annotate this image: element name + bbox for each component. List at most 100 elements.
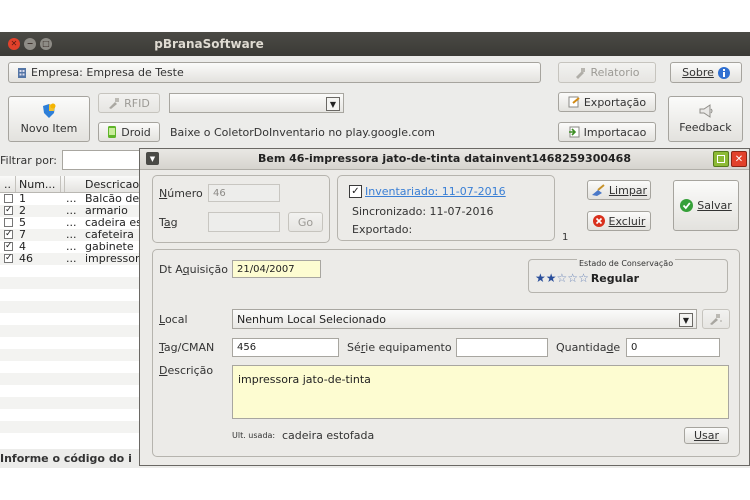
row-checkbox[interactable]: ✓ [4, 254, 13, 263]
table-row[interactable]: ✓ 46... impressor [0, 253, 140, 265]
novo-item-button[interactable]: Novo Item [8, 96, 90, 142]
local-value: Nenhum Local Selecionado [237, 312, 386, 326]
estado-rating[interactable]: ★★☆☆☆ Regular [535, 271, 639, 285]
empty-row [0, 349, 140, 361]
row-checkbox[interactable]: ✓ [4, 206, 13, 215]
export-icon [568, 96, 580, 108]
tagcman-label: Tag/CMAN [159, 341, 215, 354]
report-icon [574, 67, 586, 79]
building-icon [17, 67, 27, 78]
limpar-button[interactable]: Limpar [587, 180, 651, 200]
relatorio-label: Relatorio [590, 66, 640, 79]
dt-aquisicao-field[interactable]: 21/04/2007 [232, 260, 321, 278]
empty-row [0, 265, 140, 277]
row-dots: ... [66, 205, 77, 217]
limpar-label: Limpar [608, 183, 648, 197]
descricao-label: Descrição [159, 364, 214, 377]
dt-aquisicao-label: Dt Aquisição [159, 263, 228, 276]
row-dots: ... [66, 217, 77, 229]
item-dialog: ▼ Bem 46-impressora jato-de-tinta datain… [139, 148, 750, 466]
tagcman-field[interactable]: 456 [232, 338, 339, 357]
local-label: Local [159, 313, 188, 326]
table-row[interactable]: ✓ 7... cafeteira [0, 229, 140, 241]
row-checkbox[interactable]: ✓ [4, 230, 13, 239]
filtrar-label: Filtrar por: [0, 154, 57, 167]
column-header-descricao[interactable]: Descricao [85, 178, 139, 191]
table-row[interactable]: ✓ 4... gabinete [0, 241, 140, 253]
star-icon[interactable]: ★ [535, 271, 546, 285]
table-row[interactable]: 5... cadeira es [0, 217, 140, 229]
star-icon[interactable]: ☆ [578, 271, 589, 285]
row-dots: ... [66, 241, 77, 253]
descricao-textarea[interactable]: impressora jato-de-tinta [232, 365, 729, 419]
row-num: 4 [19, 241, 26, 253]
droid-button[interactable]: Droid [98, 122, 160, 142]
empty-row [0, 325, 140, 337]
empty-row [0, 397, 140, 409]
empty-row [0, 421, 140, 433]
exportacao-label: Exportação [583, 95, 647, 109]
table-row[interactable]: 1... Balcão de [0, 193, 140, 205]
row-checkbox[interactable]: ✓ [4, 242, 13, 251]
header-selector[interactable]: .. [4, 178, 11, 191]
quantidade-field[interactable]: 0 [626, 338, 720, 357]
row-num: 5 [19, 217, 26, 229]
chevron-down-icon: ▼ [326, 97, 340, 111]
local-add-button[interactable] [702, 309, 730, 329]
main-titlebar: ✕ − □ pBranaSoftware [0, 32, 750, 56]
rfid-select[interactable]: ▼ [169, 93, 344, 113]
usar-button[interactable]: Usar [684, 427, 729, 444]
dialog-title: Bem 46-impressora jato-de-tinta datainve… [258, 152, 631, 165]
numero-field: 46 [208, 184, 280, 202]
empty-row [0, 277, 140, 289]
sobre-button[interactable]: Sobre [670, 62, 742, 83]
megaphone-icon [698, 104, 714, 118]
star-icon[interactable]: ★ [546, 271, 557, 285]
local-select[interactable]: Nenhum Local Selecionado ▼ [232, 309, 697, 329]
row-checkbox[interactable] [4, 194, 13, 203]
empty-row [0, 373, 140, 385]
relatorio-button[interactable]: Relatorio [558, 62, 656, 83]
feedback-button[interactable]: Feedback [668, 96, 743, 142]
star-icon[interactable]: ☆ [567, 271, 578, 285]
go-button[interactable]: Go [288, 212, 323, 232]
serie-field[interactable] [456, 338, 548, 357]
android-icon [107, 126, 117, 138]
ult-usada-label: Ult. usada: [232, 431, 276, 440]
row-num: 1 [19, 193, 26, 205]
maximize-icon[interactable] [713, 151, 729, 167]
row-num: 7 [19, 229, 26, 241]
empresa-button[interactable]: Empresa: Empresa de Teste [8, 62, 541, 83]
row-desc: armario [85, 205, 128, 217]
exportacao-button[interactable]: Exportação [558, 92, 656, 112]
row-num: 2 [19, 205, 26, 217]
count-text: 1 [562, 232, 569, 243]
excluir-button[interactable]: Excluir [587, 211, 651, 231]
filtrar-input[interactable] [62, 150, 142, 170]
sobre-label: Sobre [682, 66, 714, 79]
info-icon [717, 66, 730, 79]
row-desc: gabinete [85, 241, 134, 253]
salvar-button[interactable]: Salvar [673, 180, 739, 231]
sincronizado-text: Sincronizado: 11-07-2016 [352, 205, 494, 218]
window-title: pBranaSoftware [154, 37, 264, 51]
close-icon[interactable]: ✕ [731, 151, 747, 167]
empty-row [0, 385, 140, 397]
empty-row [0, 361, 140, 373]
quantidade-label: Quantidade [556, 341, 621, 354]
empty-row [0, 301, 140, 313]
estado-title: Estado de Conservação [577, 259, 676, 268]
inventariado-checkbox[interactable]: ✓ [349, 185, 362, 198]
importacao-button[interactable]: Importacao [558, 122, 656, 142]
row-desc: impressor [85, 253, 140, 265]
rfid-icon [108, 97, 120, 109]
exportado-text: Exportado: [352, 223, 413, 236]
row-checkbox[interactable] [4, 218, 13, 227]
star-icon[interactable]: ☆ [557, 271, 568, 285]
table-row[interactable]: ✓ 2... armario [0, 205, 140, 217]
empresa-label: Empresa: Empresa de Teste [31, 66, 184, 79]
inventariado-link[interactable]: Inventariado: 11-07-2016 [365, 185, 506, 198]
rfid-button[interactable]: RFID [98, 93, 160, 113]
star-rating[interactable]: ★★☆☆☆ [535, 272, 589, 285]
column-header-num[interactable]: Num... [19, 178, 55, 191]
